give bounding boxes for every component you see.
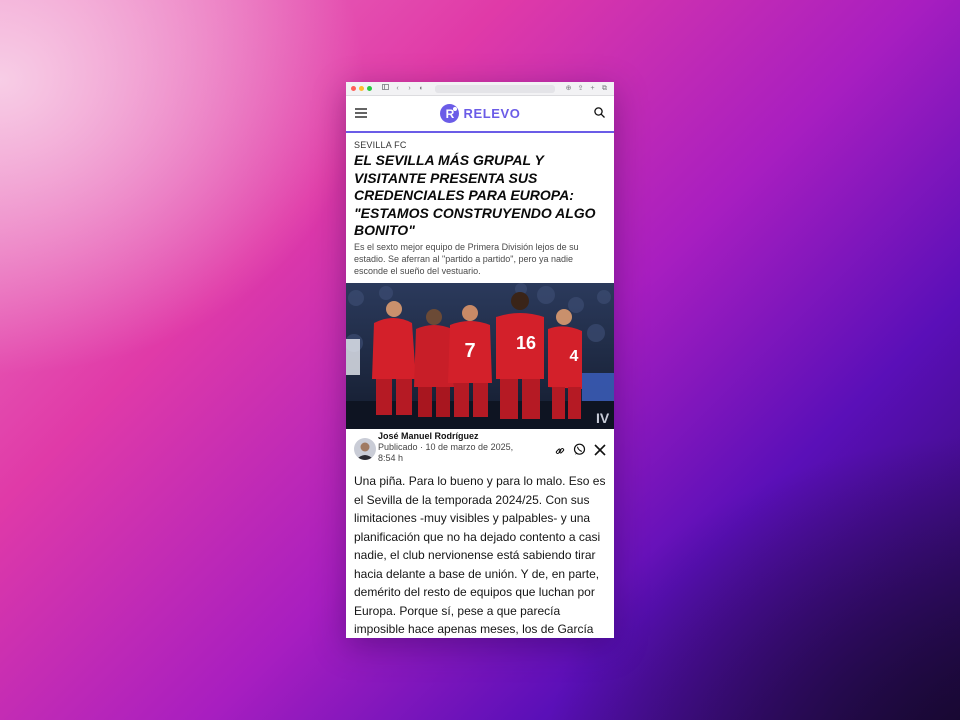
jersey-number-4: 4 (570, 348, 579, 365)
body-paragraph: Una piña. Para lo bueno y para lo malo. … (354, 474, 606, 636)
new-tab-icon[interactable]: + (588, 82, 597, 96)
share-buttons (555, 443, 606, 461)
jersey-number-7: 7 (464, 340, 475, 362)
author-avatar[interactable] (354, 438, 376, 460)
close-dot[interactable] (351, 86, 356, 91)
hero-image: IV 7 16 4 (346, 283, 614, 429)
subheadline: Es el sexto mejor equipo de Primera Divi… (354, 241, 579, 276)
jersey-number-16: 16 (516, 333, 536, 353)
author-name[interactable]: José Manuel Rodríguez (378, 431, 528, 442)
share-icon[interactable]: ⇪ (576, 82, 585, 96)
back-icon[interactable]: ‹ (393, 82, 402, 96)
x-icon[interactable] (594, 443, 606, 461)
logo-text: RELEVO (463, 106, 521, 121)
link-icon[interactable] (555, 443, 565, 461)
site-logo[interactable]: R RELEVO (440, 104, 520, 123)
author-block: José Manuel Rodríguez Publicado · 10 de … (378, 431, 528, 464)
shield-icon[interactable]: ◐ (417, 82, 426, 96)
headline: EL SEVILLA MÁS GRUPAL Y VISITANTE PRESEN… (354, 152, 596, 238)
forward-icon[interactable]: › (405, 82, 414, 96)
relevo-logo-icon: R (440, 104, 460, 123)
download-icon[interactable]: ⊕ (564, 82, 573, 96)
svg-text:IV: IV (596, 410, 610, 426)
hamburger-icon[interactable] (355, 105, 367, 123)
search-icon[interactable] (594, 105, 605, 123)
byline: José Manuel Rodríguez Publicado · 10 de … (346, 431, 614, 469)
article-body: Una piña. Para lo bueno y para lo malo. … (354, 472, 608, 638)
published-date: Publicado · 10 de marzo de 2025, 8:54 h (378, 442, 514, 463)
browser-toolbar: ‹ › ◐ ⊕ ⇪ + ⧉ (346, 82, 614, 96)
address-bar[interactable] (435, 84, 555, 93)
sidebar-icon[interactable] (381, 82, 390, 96)
article-header: SEVILLA FC EL SEVILLA MÁS GRUPAL Y VISIT… (346, 133, 614, 277)
zoom-dot[interactable] (367, 86, 372, 91)
players-celebrating-image: IV 7 16 4 (346, 283, 614, 429)
site-header: R RELEVO (346, 96, 614, 133)
whatsapp-icon[interactable] (573, 443, 586, 461)
tabs-icon[interactable]: ⧉ (600, 82, 609, 96)
minimize-dot[interactable] (359, 86, 364, 91)
section-label[interactable]: SEVILLA FC (354, 140, 606, 150)
browser-window: ‹ › ◐ ⊕ ⇪ + ⧉ R RELEVO SEVILLA FC EL SEV… (346, 82, 614, 638)
